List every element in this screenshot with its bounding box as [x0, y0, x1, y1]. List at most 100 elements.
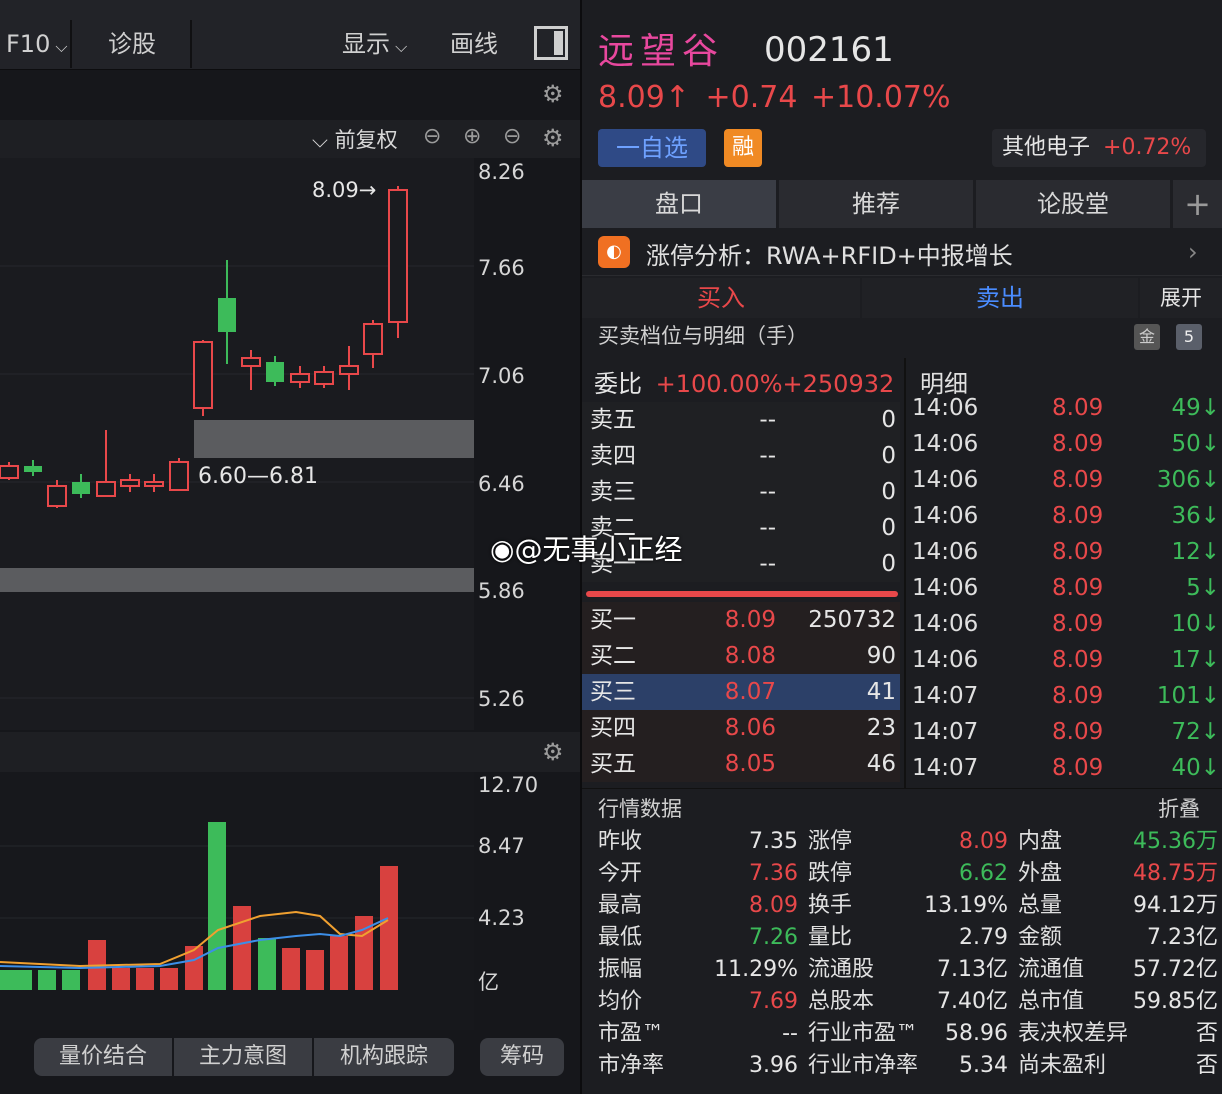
chevron-down-icon: ⌵	[390, 37, 408, 56]
tab-orderbook[interactable]: 盘口	[582, 180, 776, 228]
bid-row[interactable]: 买五 8.05 46	[582, 746, 900, 782]
volume-bar	[112, 968, 130, 990]
ask-price: --	[759, 551, 776, 577]
quote-label: 流通值	[1018, 957, 1085, 982]
bid-row[interactable]: 买二 8.08 90	[582, 638, 900, 674]
ask-volume: 0	[881, 479, 896, 505]
trade-row: 14:07 8.09 72↓	[906, 714, 1222, 750]
ask-row[interactable]: 卖五 -- 0	[582, 402, 900, 438]
trade-row: 14:06 8.09 306↓	[906, 462, 1222, 498]
trade-row: 14:06 8.09 50↓	[906, 426, 1222, 462]
quote-value: 94.12万	[1133, 893, 1218, 918]
quote-label: 换手	[808, 893, 853, 918]
zoom-in-icon[interactable]: ⊕	[463, 124, 481, 149]
price-axis-tick: 5.86	[478, 579, 525, 603]
quote-value: 45.36万	[1133, 829, 1218, 854]
gear-icon[interactable]: ⚙	[542, 124, 564, 152]
bid-volume: 46	[866, 751, 896, 777]
tab-main-intent[interactable]: 主力意图	[174, 1038, 312, 1076]
margin-badge: 融	[724, 129, 762, 167]
trade-volume: 10↓	[1171, 611, 1220, 637]
indicator-tabs: 量价结合 主力意图 机构跟踪 筹码	[0, 1030, 580, 1094]
panel-tabs: 盘口 推荐 论股堂 +	[582, 180, 1222, 228]
trade-price: 8.09	[1052, 611, 1104, 637]
expand-button[interactable]: 展开	[1140, 278, 1222, 318]
quote-label: 涨停	[808, 829, 853, 854]
ratio-label: 委比	[594, 370, 642, 398]
quote-value: 7.69	[749, 989, 798, 1014]
ask-price: --	[759, 479, 776, 505]
candle-body	[96, 481, 116, 497]
watermark-text: @无事小正经	[514, 533, 683, 566]
sector-change: +0.72%	[1103, 135, 1192, 160]
ask-row[interactable]: 卖三 -- 0	[582, 474, 900, 510]
trade-row: 14:06 8.09 36↓	[906, 498, 1222, 534]
quote-label: 行业市净率	[808, 1053, 919, 1078]
quote-label: 市盈™	[598, 1021, 665, 1046]
display-dropdown[interactable]: 显示 ⌵	[342, 20, 407, 68]
candle-body	[363, 323, 383, 355]
tab-recommend[interactable]: 推荐	[779, 180, 973, 228]
collapse-icon[interactable]: ⊖	[503, 124, 521, 149]
zoom-out-icon[interactable]: ⊖	[423, 124, 441, 149]
order-book: 委比 +100.00%+250932 卖五 -- 0 卖四 -- 0 卖三 --…	[582, 358, 902, 788]
ratio-diff: +250932	[782, 370, 895, 398]
trade-price: 8.09	[1052, 755, 1104, 781]
bid-row[interactable]: 买一 8.09 250732	[582, 602, 900, 638]
five-level-toggle[interactable]: 5	[1176, 324, 1202, 350]
f10-button[interactable]: F10 ⌵	[6, 20, 68, 68]
candle-body	[144, 481, 164, 487]
bid-row[interactable]: 买三 8.07 41	[582, 674, 900, 710]
quote-label: 行业市盈™	[808, 1021, 919, 1046]
trade-time: 14:06	[912, 503, 979, 529]
ask-volume: 0	[881, 551, 896, 577]
last-price: 8.09	[598, 80, 665, 115]
adjust-dropdown[interactable]: ⌵ 前复权	[312, 124, 398, 154]
gear-icon[interactable]: ⚙	[542, 738, 564, 766]
quote-label: 总市值	[1018, 989, 1085, 1014]
tab-forum[interactable]: 论股堂	[976, 180, 1170, 228]
buy-button[interactable]: 买入	[582, 278, 860, 318]
fold-button[interactable]: 折叠	[1158, 793, 1200, 823]
quote-label: 流通股	[808, 957, 875, 982]
tab-institution[interactable]: 机构跟踪	[314, 1038, 454, 1076]
trade-time: 14:07	[912, 755, 979, 781]
price-axis-tick: 7.06	[478, 364, 525, 388]
add-tab-button[interactable]: +	[1173, 180, 1222, 228]
price-axis-tick: 6.46	[478, 472, 525, 496]
tab-chips[interactable]: 筹码	[480, 1038, 564, 1076]
toolbar-divider	[190, 20, 192, 68]
gold-icon[interactable]: 金	[1134, 324, 1160, 350]
stock-name: 远望谷	[598, 31, 725, 72]
trade-time: 14:06	[912, 647, 979, 673]
ask-volume: 0	[881, 443, 896, 469]
ask-volume: 0	[881, 407, 896, 433]
quote-label: 总股本	[808, 989, 875, 1014]
trade-volume: 12↓	[1171, 539, 1220, 565]
limit-up-analysis[interactable]: ◐ 涨停分析：RWA+RFID+中报增长 ›	[582, 230, 1222, 276]
ask-row[interactable]: 卖四 -- 0	[582, 438, 900, 474]
candle-body	[47, 485, 67, 507]
bid-price: 8.06	[724, 715, 776, 741]
quote-label: 表决权差异	[1018, 1021, 1129, 1046]
bid-level-label: 买五	[590, 751, 636, 777]
volume-bar	[160, 968, 178, 990]
bid-row[interactable]: 买四 8.06 23	[582, 710, 900, 746]
sector-link[interactable]: 其他电子 +0.72%	[992, 129, 1206, 167]
trade-volume: 36↓	[1171, 503, 1220, 529]
sell-button[interactable]: 卖出	[862, 278, 1138, 318]
volume-bar	[136, 968, 154, 990]
bid-volume: 250732	[808, 607, 896, 633]
diagnose-button[interactable]: 诊股	[108, 20, 156, 68]
price-axis-tick: 5.26	[478, 687, 525, 711]
trade-volume: 50↓	[1171, 431, 1220, 457]
tab-volume-price[interactable]: 量价结合	[34, 1038, 172, 1076]
quote-value: 11.29%	[714, 957, 798, 982]
trade-price: 8.09	[1052, 575, 1104, 601]
watchlist-button[interactable]: 一自选	[598, 129, 706, 167]
trade-row: 14:06 8.09 49↓	[906, 390, 1222, 426]
gap-zone-lower	[0, 568, 474, 592]
draw-line-button[interactable]: 画线	[450, 20, 498, 68]
layout-toggle-icon[interactable]	[534, 26, 568, 60]
candle-body	[339, 365, 359, 375]
